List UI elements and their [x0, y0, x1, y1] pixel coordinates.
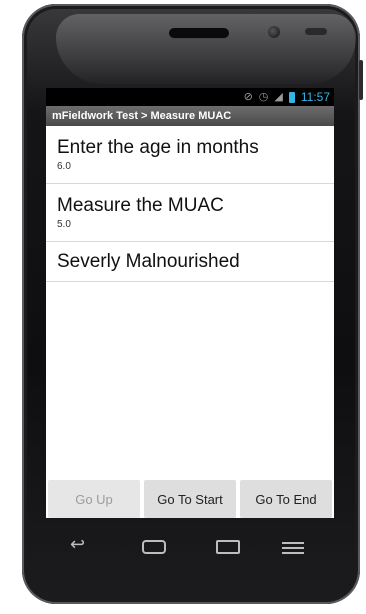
phone-glare — [56, 14, 356, 84]
system-nav-keys: ↩ — [46, 534, 334, 562]
proximity-sensor — [305, 28, 327, 35]
list-item-muac[interactable]: Measure the MUAC 5.0 — [46, 184, 334, 242]
battery-icon — [288, 91, 295, 103]
list-item-result[interactable]: Severly Malnourished — [46, 242, 334, 282]
mute-icon: ⊘ — [243, 90, 253, 103]
question-list: Enter the age in months 6.0 Measure the … — [46, 126, 334, 282]
go-to-end-button[interactable]: Go To End — [240, 480, 332, 518]
earpiece — [169, 28, 229, 38]
menu-icon[interactable] — [282, 542, 304, 554]
back-icon[interactable]: ↩ — [70, 534, 85, 555]
signal-icon: ◢ — [274, 90, 283, 103]
screen: ⊘ ◷ ◢ 11:57 mFieldwork Test > Measure MU… — [46, 88, 334, 518]
list-item-title: Measure the MUAC — [57, 195, 224, 216]
list-item-title: Enter the age in months — [57, 137, 259, 158]
list-item-age[interactable]: Enter the age in months 6.0 — [46, 126, 334, 184]
status-icons: ⊘ ◷ ◢ 11:57 — [244, 90, 330, 104]
alarm-icon: ◷ — [258, 90, 269, 103]
list-item-value: 5.0 — [57, 219, 71, 230]
home-icon[interactable] — [142, 540, 166, 554]
go-up-button[interactable]: Go Up — [48, 480, 140, 518]
front-camera — [268, 26, 280, 38]
list-item-title: Severly Malnourished — [57, 251, 240, 272]
status-bar: ⊘ ◷ ◢ 11:57 — [46, 88, 334, 106]
recent-apps-icon[interactable] — [216, 540, 240, 554]
go-to-start-button[interactable]: Go To Start — [144, 480, 236, 518]
status-clock: 11:57 — [300, 90, 330, 104]
page-title: mFieldwork Test > Measure MUAC — [46, 106, 334, 126]
navigation-button-bar: Go Up Go To Start Go To End — [46, 480, 334, 518]
list-item-value: 6.0 — [57, 161, 71, 172]
power-button[interactable] — [359, 60, 363, 100]
